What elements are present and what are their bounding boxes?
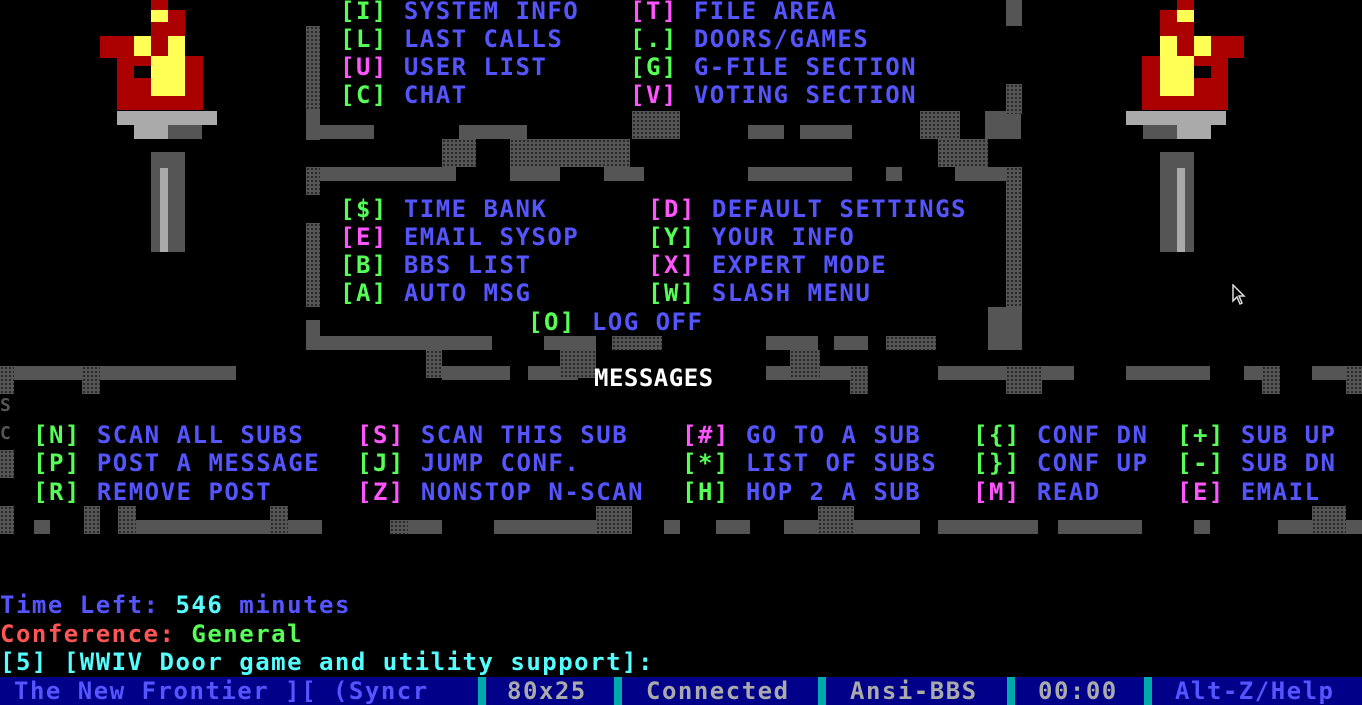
status-size: 80x25: [507, 677, 587, 705]
status-title: The New Frontier ][ (Syncr: [14, 677, 429, 705]
menu-item-your-info[interactable]: [Y] YOUR INFO: [648, 223, 855, 251]
menu-item-time-bank[interactable]: [$] TIME BANK: [340, 195, 547, 223]
status-separator: [1144, 677, 1152, 705]
status-separator: [478, 677, 486, 705]
time-left-line: Time Left: 546 minutes: [0, 591, 351, 619]
status-help[interactable]: Alt-Z/Help: [1175, 677, 1335, 705]
menu-item-chat[interactable]: [C] CHAT: [340, 81, 468, 109]
menu-item-log-off[interactable]: [O] LOG OFF: [528, 308, 703, 336]
status-separator: [614, 677, 622, 705]
menu-item-sub-up[interactable]: [+] SUB UP: [1177, 421, 1337, 449]
conference-label: Conference:: [0, 620, 176, 648]
status-separator: [818, 677, 826, 705]
menu-item-go-to-a-sub[interactable]: [#] GO TO A SUB: [682, 421, 921, 449]
menu-item-nonstop-n-scan[interactable]: [Z] NONSTOP N-SCAN: [357, 478, 644, 506]
conference-line: Conference: General: [0, 620, 303, 648]
side-letter-s: S: [0, 395, 13, 416]
menu-item-conf-dn[interactable]: [{] CONF DN: [973, 421, 1148, 449]
conference-value: General: [191, 620, 304, 648]
menu-item-post-a-message[interactable]: [P] POST A MESSAGE: [33, 449, 320, 477]
side-letter-c: C: [0, 423, 13, 444]
menu-item-read[interactable]: [M] READ: [973, 478, 1101, 506]
status-emulation: Ansi-BBS: [850, 677, 978, 705]
command-prompt[interactable]: [5] [WWIV Door game and utility support]…: [0, 648, 654, 676]
time-left-value: 546: [175, 591, 224, 619]
status-connection: Connected: [646, 677, 790, 705]
menu-item-conf-up[interactable]: [}] CONF UP: [973, 449, 1148, 477]
menu-item-remove-post[interactable]: [R] REMOVE POST: [33, 478, 272, 506]
menu-item-expert-mode[interactable]: [X] EXPERT MODE: [648, 251, 887, 279]
menu-item-last-calls[interactable]: [L] LAST CALLS: [340, 25, 563, 53]
menu-item-g-file-section[interactable]: [G] G-FILE SECTION: [630, 53, 917, 81]
menu-item-jump-conf[interactable]: [J] JUMP CONF.: [357, 449, 580, 477]
menu-item-doors-games[interactable]: [.] DOORS/GAMES: [630, 25, 869, 53]
menu-item-hop-2-a-sub[interactable]: [H] HOP 2 A SUB: [682, 478, 921, 506]
mouse-pointer-icon: [1232, 283, 1246, 310]
menu-item-slash-menu[interactable]: [W] SLASH MENU: [648, 279, 871, 307]
time-left-unit: minutes: [239, 591, 351, 619]
menu-item-scan-this-sub[interactable]: [S] SCAN THIS SUB: [357, 421, 628, 449]
time-left-label: Time Left:: [0, 591, 160, 619]
menu-item-scan-all-subs[interactable]: [N] SCAN ALL SUBS: [33, 421, 304, 449]
menu-item-user-list[interactable]: [U] USER LIST: [340, 53, 547, 81]
status-bar: The New Frontier ][ (Syncr 80x25 Connect…: [0, 677, 1362, 705]
menu-item-email[interactable]: [E] EMAIL: [1177, 478, 1321, 506]
menu-item-list-of-subs[interactable]: [*] LIST OF SUBS: [682, 449, 937, 477]
menu-item-voting-section[interactable]: [V] VOTING SECTION: [630, 81, 917, 109]
menu-item-file-area[interactable]: [T] FILE AREA: [630, 0, 837, 25]
status-timer: 00:00: [1038, 677, 1118, 705]
menu-item-auto-msg[interactable]: [A] AUTO MSG: [340, 279, 531, 307]
menu-item-system-info[interactable]: [I] SYSTEM INFO: [340, 0, 579, 25]
menu-item-default-settings[interactable]: [D] DEFAULT SETTINGS: [648, 195, 967, 223]
menu-item-email-sysop[interactable]: [E] EMAIL SYSOP: [340, 223, 579, 251]
status-separator: [1007, 677, 1015, 705]
messages-title: MESSAGES: [594, 364, 714, 392]
menu-item-sub-dn[interactable]: [-] SUB DN: [1177, 449, 1337, 477]
menu-item-bbs-list[interactable]: [B] BBS LIST: [340, 251, 531, 279]
